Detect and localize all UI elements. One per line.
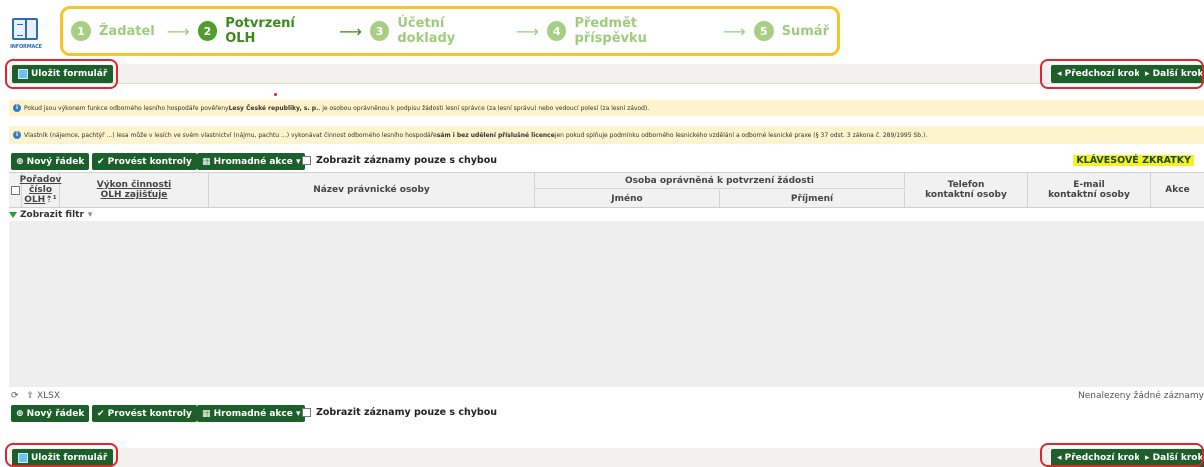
column-header-legal-entity[interactable]: Název právnické osoby [209, 173, 535, 207]
column-header-olh[interactable]: Výkon činnosti OLH zajišťuje [60, 173, 209, 207]
column-header-first-name[interactable]: Jméno [535, 190, 720, 207]
info-message-owner: i Vlastník (nájemce, pachtýř ...) lesa m… [9, 126, 1204, 144]
no-records-text: Nenalezeny žádné záznamy [1077, 391, 1204, 401]
bulk-actions-dropdown[interactable]: ▦ Hromadné akce ▾ [197, 405, 306, 422]
step-label: Sumář [781, 23, 829, 39]
step-number: 3 [369, 21, 390, 41]
marker-dot [274, 93, 277, 96]
new-row-button[interactable]: ⊕ Nový řádek [11, 405, 90, 422]
step-label: Žadatel [99, 23, 155, 39]
info-text-bold: sám i bez udělení příslušné licence [436, 131, 555, 139]
only-errors-label: Zobrazit záznamy pouze s chybou [316, 155, 497, 166]
info-text: Vlastník (nájemce, pachtýř ...) lesa můž… [24, 131, 437, 139]
table-header: Pořadov číslo OLH⇡¹ Výkon činnosti OLH z… [9, 172, 1204, 208]
grid-body-empty [9, 221, 1204, 387]
highlight-ring [5, 443, 118, 467]
column-header-email[interactable]: E-mail kontaktní osoby [1028, 173, 1151, 207]
info-message-lcr: i Pokud jsou výkonem funkce odborného le… [9, 100, 1204, 116]
filter-funnel-icon [9, 212, 17, 218]
show-filter-toggle[interactable]: Zobrazit filtr ▾ [9, 209, 1204, 221]
column-phone-line: Telefon [947, 180, 985, 190]
step-sumar[interactable]: 5 Sumář [753, 21, 829, 41]
grid-toolbar-top: ⊕ Nový řádek ✔ Provést kontroly ▦ Hromad… [9, 153, 1204, 171]
column-phone-line: kontaktní osoby [925, 190, 1007, 200]
step-number: 5 [753, 21, 774, 41]
sort-ascending-icon: ⇡¹ [45, 195, 57, 205]
step-number: 2 [197, 21, 218, 41]
column-header-phone[interactable]: Telefon kontaktní osoby [905, 173, 1028, 207]
run-checks-button[interactable]: ✔ Provést kontroly [92, 405, 197, 422]
step-number: 1 [71, 21, 91, 41]
export-xlsx-button[interactable]: ⇪ XLSX [27, 391, 60, 401]
column-olh-line: OLH zajišťuje [100, 190, 168, 200]
highlight-ring [1040, 443, 1204, 467]
column-group-authorized-person: Osoba oprávněná k potvrzení žádosti [535, 173, 905, 189]
only-errors-checkbox[interactable] [302, 408, 311, 417]
column-header-last-name[interactable]: Příjmení [720, 190, 905, 207]
refresh-icon[interactable]: ⟳ [11, 391, 19, 401]
information-book-icon[interactable]: INFORMACE [9, 14, 42, 54]
grid-footer: ⟳ ⇪ XLSX Nenalezeny žádné záznamy [9, 389, 1204, 403]
column-order-line: OLH [24, 195, 46, 205]
step-label: Potvrzení OLH [225, 16, 295, 46]
arrow-right-icon: ⟶ [516, 21, 539, 41]
info-text-bold: Lesy České republiky, s. p. [228, 104, 319, 112]
step-potvrzeni-olh[interactable]: 2 Potvrzení OLH ⟶ [197, 16, 362, 46]
column-header-actions: Akce [1165, 185, 1190, 195]
only-errors-toggle[interactable]: Zobrazit záznamy pouze s chybou [302, 155, 497, 166]
form-toolbar-top: Uložit formulář ◂ Předchozí krok ▸ Další… [9, 64, 1204, 84]
step-number: 4 [546, 21, 567, 41]
wizard-header: INFORMACE 1 Žadatel ⟶ 2 Potvrzení OLH ⟶ … [0, 0, 1204, 60]
column-email-line: kontaktní osoby [1048, 190, 1130, 200]
form-toolbar-bottom: Uložit formulář ◂ Předchozí krok ▸ Další… [9, 448, 1204, 467]
new-row-button[interactable]: ⊕ Nový řádek [11, 153, 90, 170]
step-label: Účetní doklady [397, 16, 456, 46]
grid-toolbar-bottom: ⊕ Nový řádek ✔ Provést kontroly ▦ Hromad… [9, 405, 1204, 423]
keyboard-shortcuts-link[interactable]: KLÁVESOVÉ ZKRATKY [1073, 155, 1194, 166]
step-predmet-prispevku[interactable]: 4 Předmět příspěvku ⟶ [546, 16, 746, 46]
step-ucetni-doklady[interactable]: 3 Účetní doklady ⟶ [369, 16, 539, 46]
arrow-right-icon: ⟶ [166, 21, 190, 41]
highlight-ring [5, 59, 118, 89]
info-text: , je osobou oprávněnou k podpisu žádosti… [318, 104, 650, 112]
only-errors-label: Zobrazit záznamy pouze s chybou [316, 407, 497, 418]
column-order-line: Pořadov [19, 175, 62, 185]
only-errors-toggle[interactable]: Zobrazit záznamy pouze s chybou [302, 407, 497, 418]
info-icon: i [13, 131, 21, 139]
column-olh-line: Výkon činnosti [96, 180, 172, 190]
bulk-actions-dropdown[interactable]: ▦ Hromadné akce ▾ [197, 153, 306, 170]
step-zadatel[interactable]: 1 Žadatel ⟶ [71, 21, 190, 41]
column-email-line: E-mail [1073, 180, 1105, 190]
arrow-right-icon: ⟶ [722, 21, 746, 41]
arrow-right-icon: ⟶ [338, 21, 362, 41]
column-order-line: číslo [28, 185, 53, 195]
only-errors-checkbox[interactable] [302, 156, 311, 165]
info-text: Pokud jsou výkonem funkce odborného lesn… [24, 104, 229, 112]
info-icon: i [13, 104, 21, 112]
run-checks-button[interactable]: ✔ Provést kontroly [92, 153, 197, 170]
show-filter-label: Zobrazit filtr [20, 210, 84, 220]
chevron-down-icon: ▾ [87, 210, 93, 220]
logo-label: INFORMACE [10, 44, 42, 50]
wizard-steps: 1 Žadatel ⟶ 2 Potvrzení OLH ⟶ 3 Účetní d… [60, 6, 840, 56]
select-all-checkbox[interactable] [10, 185, 20, 195]
highlight-ring [1040, 59, 1204, 89]
column-header-order[interactable]: Pořadov číslo OLH⇡¹ [19, 173, 62, 207]
step-label: Předmět příspěvku [574, 16, 647, 46]
info-text: jen pokud splňuje podmínku odborného les… [554, 131, 928, 139]
